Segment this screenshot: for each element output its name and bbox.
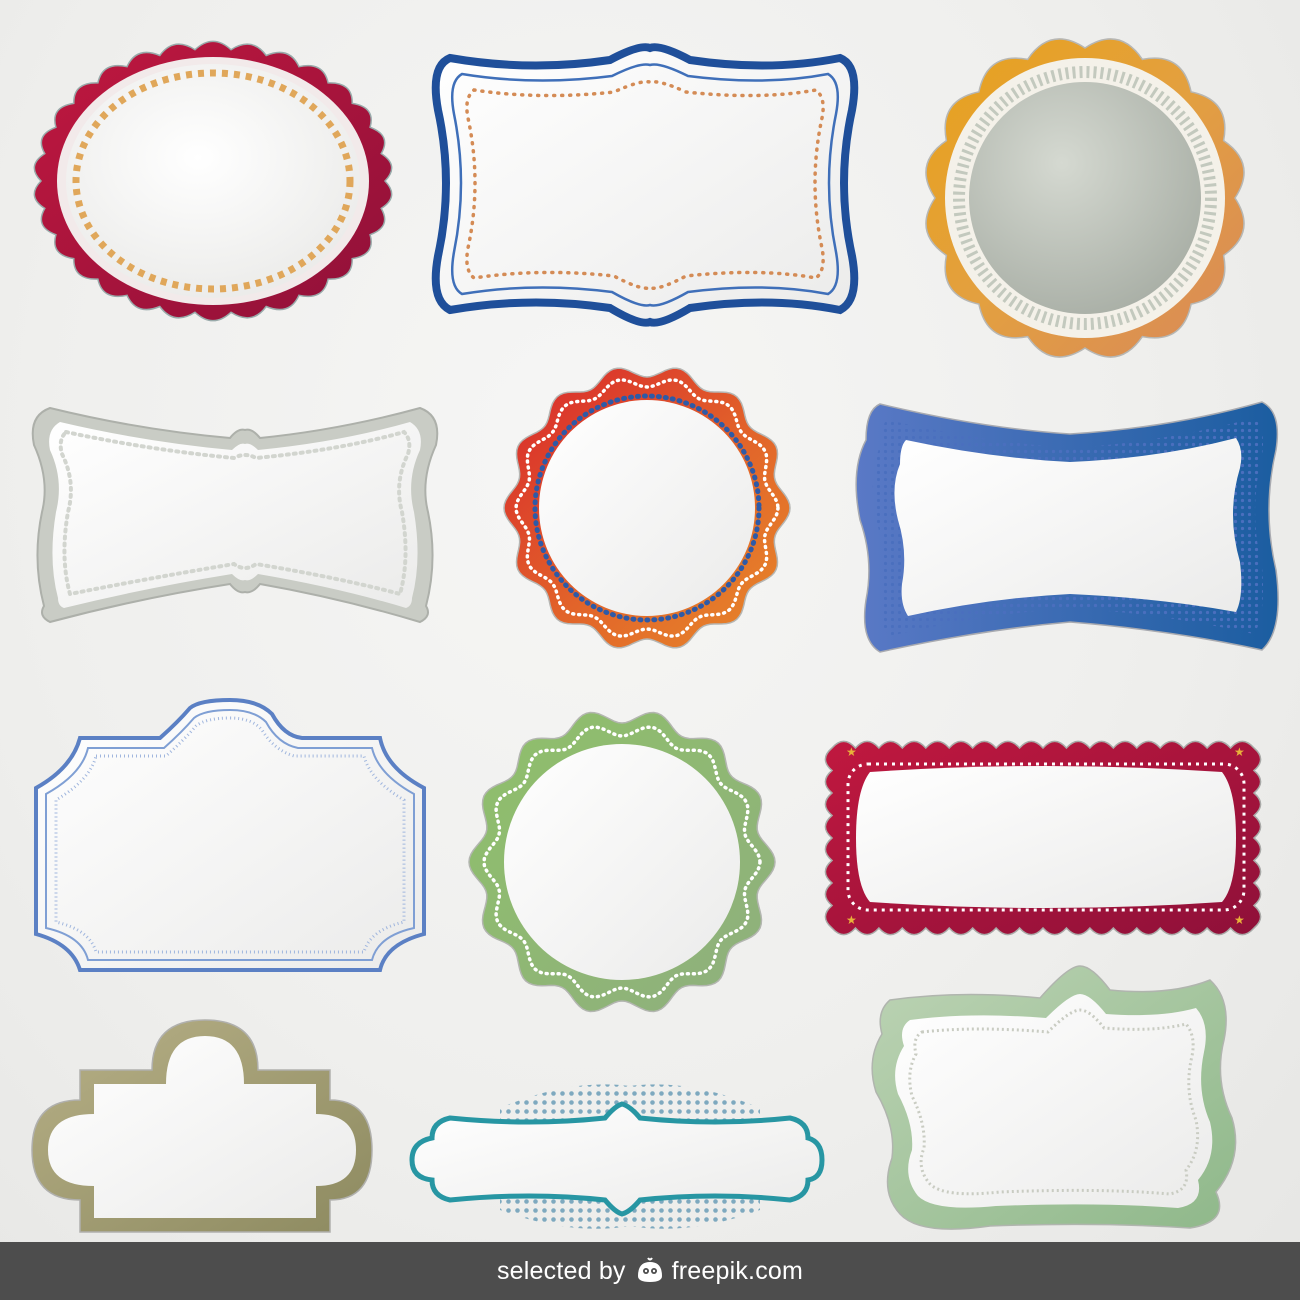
tab-frame-light-blue (34, 697, 426, 972)
bracket-frame-navy (431, 43, 859, 327)
scalloped-oval-crimson-frame (33, 40, 393, 322)
star-ornament: ★ (846, 745, 857, 759)
footer-prefix: selected by (496, 1256, 626, 1285)
frame-panel (895, 994, 1213, 1208)
frame-outline (34, 697, 426, 972)
star-ornament: ★ (846, 913, 857, 927)
bowtie-frame-blue-dotted (855, 401, 1279, 653)
frame-panel (969, 82, 1201, 314)
frame-panel (894, 438, 1242, 616)
wavy-circle-rainbow-frame (503, 367, 791, 649)
frame-panel (504, 744, 740, 980)
star-ornament: ★ (1234, 913, 1245, 927)
wavy-circle-green-frame (468, 711, 776, 1013)
ornate-frame-pale-green (871, 965, 1237, 1230)
frame-panel (48, 1036, 356, 1218)
scalloped-circle-orange-frame (925, 38, 1245, 358)
bowtie-frame-grey (31, 406, 439, 624)
frames-canvas: ★ ★ ★ ★ (31, 38, 1279, 1233)
frame-outline (409, 1101, 825, 1217)
frame-panel (856, 766, 1236, 908)
star-ornament: ★ (1234, 745, 1245, 759)
scalloped-banner-crimson-frame: ★ ★ ★ ★ (824, 740, 1262, 936)
frame-outline (431, 43, 859, 327)
bracket-frame-teal (409, 1084, 825, 1229)
freepik-link[interactable]: freepik.com (672, 1257, 803, 1286)
frame-panel (539, 400, 755, 616)
footer-bar: selected by freepik.com (0, 1242, 1300, 1300)
quatrefoil-frame-olive (31, 1019, 373, 1233)
freepik-mascot-icon (634, 1256, 666, 1286)
frame-panel (66, 64, 360, 298)
